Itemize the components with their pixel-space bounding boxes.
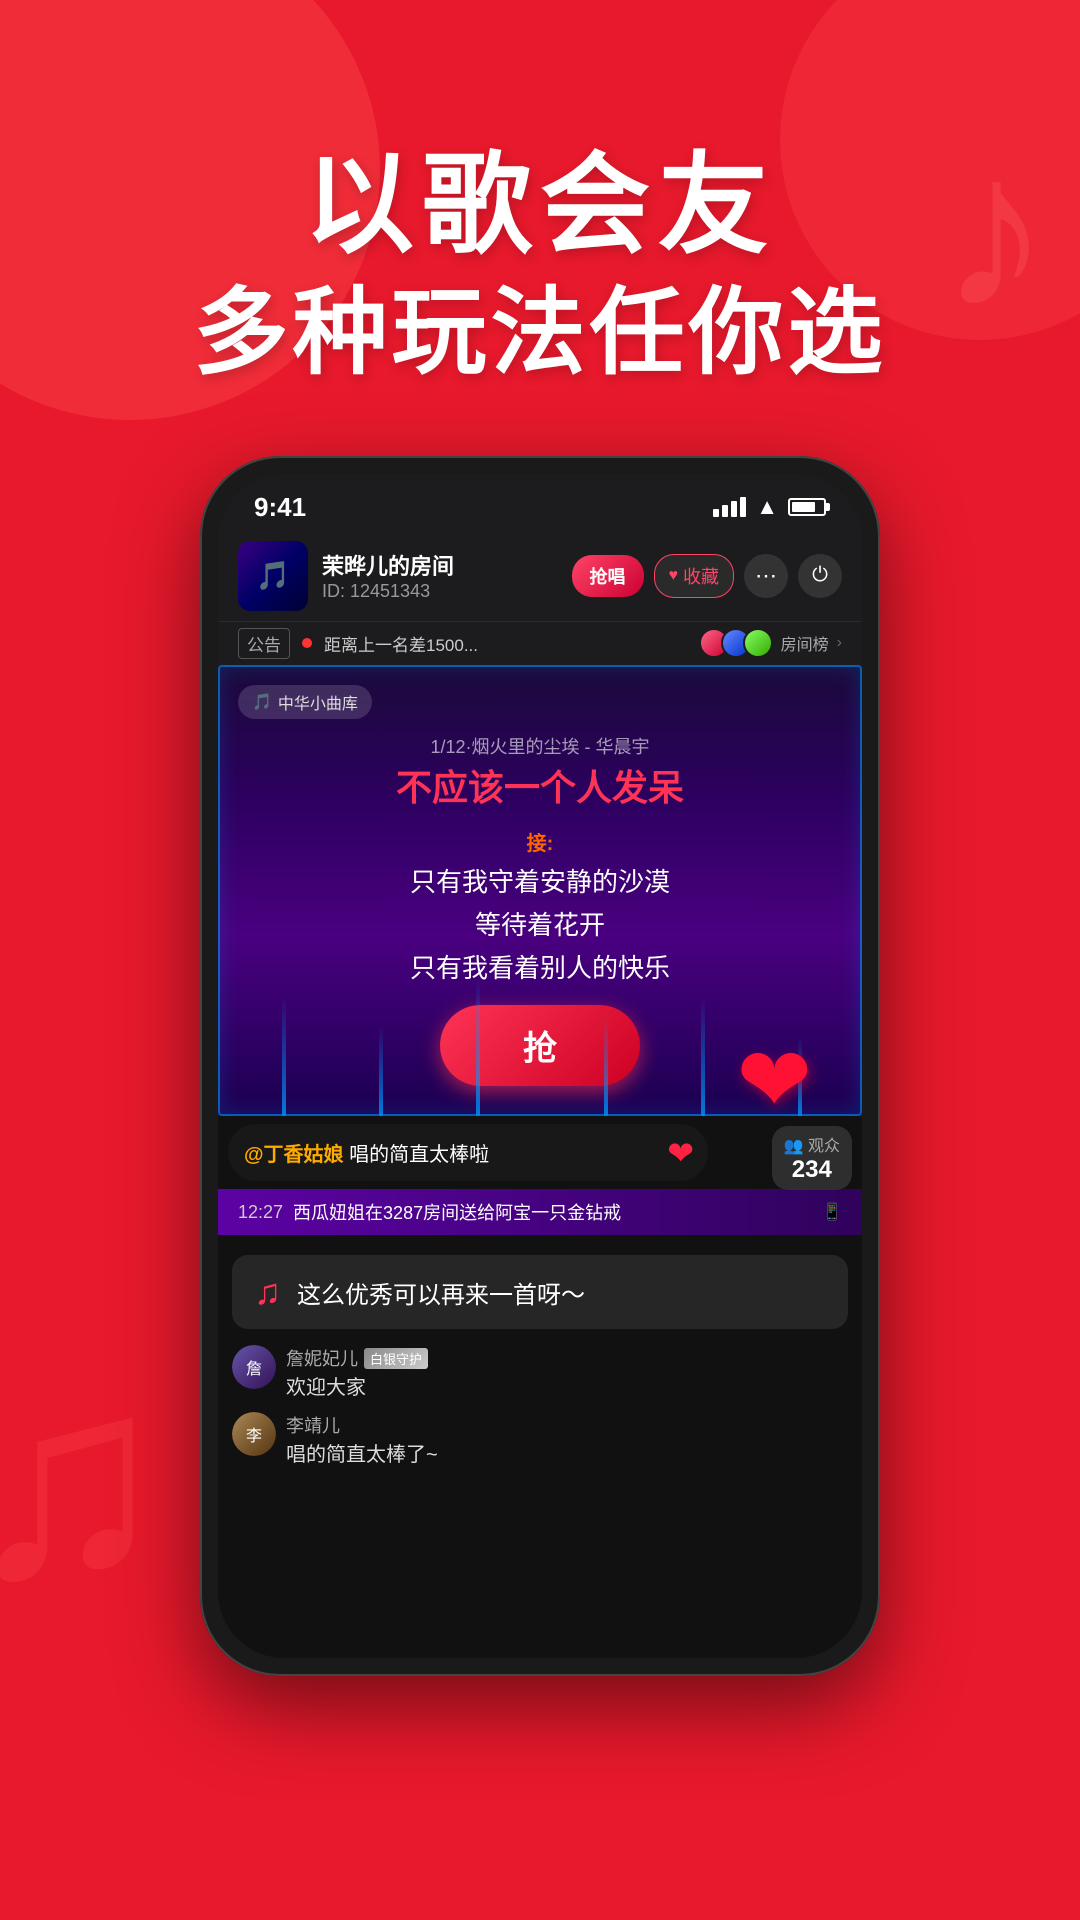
signal-icon bbox=[713, 497, 746, 517]
chat-msg-2: 唱的简直太棒了~ bbox=[286, 1438, 438, 1467]
floating-heart: ❤ bbox=[737, 1036, 812, 1116]
chat-msg-1: 欢迎大家 bbox=[286, 1371, 428, 1400]
gift-diamond-icon: 📱 bbox=[822, 1202, 842, 1222]
hero-title-line2: 多种玩法任你选 bbox=[0, 272, 1080, 396]
audience-count: 234 bbox=[784, 1156, 840, 1184]
next-lyric-3: 只有我看着别人的快乐 bbox=[238, 948, 842, 985]
more-options-button[interactable]: ⋯ bbox=[744, 554, 788, 598]
notice-text: 距离上一名差1500... bbox=[324, 631, 687, 656]
battery-icon bbox=[788, 498, 826, 516]
next-lyric-2: 等待着花开 bbox=[238, 905, 842, 942]
comment-heart-icon: ❤ bbox=[667, 1134, 694, 1172]
rank-info[interactable]: 房间榜 › bbox=[699, 628, 842, 658]
collect-button[interactable]: ♥ 收藏 bbox=[654, 554, 735, 598]
chat-username-2: 李靖儿 bbox=[286, 1412, 438, 1438]
notice-tag: 公告 bbox=[238, 628, 290, 659]
rank-label: 房间榜 bbox=[781, 631, 829, 655]
chat-content-2: 李靖儿 唱的简直太棒了~ bbox=[286, 1412, 438, 1467]
room-action-buttons: 抢唱 ♥ 收藏 ⋯ ⏻ bbox=[572, 554, 843, 598]
gift-time: 12:27 bbox=[238, 1202, 283, 1223]
phone-mockup-wrapper: 9:41 ▲ bbox=[0, 456, 1080, 1676]
gift-text: 西瓜妞姐在3287房间送给阿宝一只金钻戒 bbox=[293, 1199, 812, 1225]
room-avatar: 🎵 bbox=[238, 541, 308, 611]
library-name: 中华小曲库 bbox=[278, 690, 358, 714]
comment-overlay-text: @丁香姑娘 唱的简直太棒啦 bbox=[244, 1138, 489, 1167]
song-number: 1/12·烟火里的尘埃 - 华晨宇 bbox=[238, 733, 842, 759]
chat-avatar-2: 李 bbox=[232, 1412, 276, 1456]
room-header: 🎵 茉晔儿的房间 ID: 12451343 抢唱 ♥ 收藏 ⋯ ⏻ bbox=[218, 531, 862, 621]
chat-username-1: 詹妮妃儿 白银守护 bbox=[286, 1345, 428, 1371]
audience-icon: 👥 观众 bbox=[784, 1132, 840, 1156]
chevron-right-icon: › bbox=[837, 634, 842, 652]
light-beam-4 bbox=[604, 1016, 608, 1116]
music-note-icon: ♫ bbox=[254, 1271, 281, 1313]
rank-avatars bbox=[699, 628, 773, 658]
chat-message-2: 李 李靖儿 唱的简直太棒了~ bbox=[218, 1406, 862, 1473]
chat-avatar-1: 詹 bbox=[232, 1345, 276, 1389]
wifi-icon: ▲ bbox=[756, 494, 778, 520]
room-info: 茉晔儿的房间 ID: 12451343 bbox=[322, 549, 558, 602]
audience-badge: 👥 观众 234 bbox=[772, 1126, 852, 1190]
chat-message-1: 詹 詹妮妃儿 白银守护 欢迎大家 bbox=[218, 1339, 862, 1406]
music-suggestion-text: 这么优秀可以再来一首呀～ bbox=[297, 1275, 585, 1310]
phone-outer: 9:41 ▲ bbox=[200, 456, 880, 1676]
status-icons: ▲ bbox=[713, 494, 826, 520]
comment-user-tag: @丁香姑娘 bbox=[244, 1144, 344, 1166]
light-beam-3 bbox=[476, 976, 480, 1116]
notice-bar: 公告 距离上一名差1500... 房间榜 › bbox=[218, 621, 862, 665]
phone-screen: 9:41 ▲ bbox=[218, 474, 862, 1658]
phone-inner: 9:41 ▲ bbox=[218, 474, 862, 1658]
music-note-icon: 🎵 bbox=[252, 692, 272, 712]
grab-sing-button[interactable]: 抢唱 bbox=[572, 555, 644, 597]
room-id: ID: 12451343 bbox=[322, 581, 558, 602]
hero-title-line1: 以歌会友 bbox=[0, 140, 1080, 272]
heart-big-icon: ❤ bbox=[737, 1036, 812, 1116]
chat-content-1: 詹妮妃儿 白银守护 欢迎大家 bbox=[286, 1345, 428, 1400]
status-time: 9:41 bbox=[254, 492, 306, 523]
light-beam-2 bbox=[379, 1026, 383, 1116]
gift-notification: 12:27 西瓜妞姐在3287房间送给阿宝一只金钻戒 📱 bbox=[218, 1189, 862, 1235]
light-beam-5 bbox=[701, 996, 705, 1116]
song-area: 🎵 中华小曲库 1/12·烟火里的尘埃 - 华晨宇 不应该一个人发呆 接: 只有… bbox=[218, 665, 862, 1117]
music-suggestion-bubble: ♫ 这么优秀可以再来一首呀～ bbox=[232, 1255, 848, 1329]
silver-badge: 白银守护 bbox=[364, 1348, 428, 1369]
next-lyric-1: 只有我守着安静的沙漠 bbox=[238, 862, 842, 899]
next-label: 接: bbox=[527, 833, 554, 855]
next-lyric-label: 接: bbox=[238, 827, 842, 856]
hero-section: 以歌会友 多种玩法任你选 bbox=[0, 0, 1080, 396]
power-button[interactable]: ⏻ bbox=[798, 554, 842, 598]
comment-overlay-bubble: @丁香姑娘 唱的简直太棒啦 ❤ bbox=[228, 1124, 708, 1181]
rank-avatar-3 bbox=[743, 628, 773, 658]
grab-button[interactable]: 抢 bbox=[440, 1005, 640, 1086]
room-name: 茉晔儿的房间 bbox=[322, 549, 558, 581]
chat-area: ♫ 这么优秀可以再来一首呀～ 詹 詹妮妃儿 白银守护 bbox=[218, 1235, 862, 1483]
library-tag: 🎵 中华小曲库 bbox=[238, 685, 372, 719]
light-beam-1 bbox=[282, 996, 286, 1116]
current-lyric: 不应该一个人发呆 bbox=[238, 765, 842, 812]
chat-section: @丁香姑娘 唱的简直太棒啦 ❤ 12:27 西瓜妞姐在3287房间送给阿宝一只金… bbox=[218, 1116, 862, 1657]
live-dot bbox=[302, 638, 312, 648]
status-bar: 9:41 ▲ bbox=[218, 474, 862, 531]
heart-icon: ♥ bbox=[669, 567, 679, 585]
